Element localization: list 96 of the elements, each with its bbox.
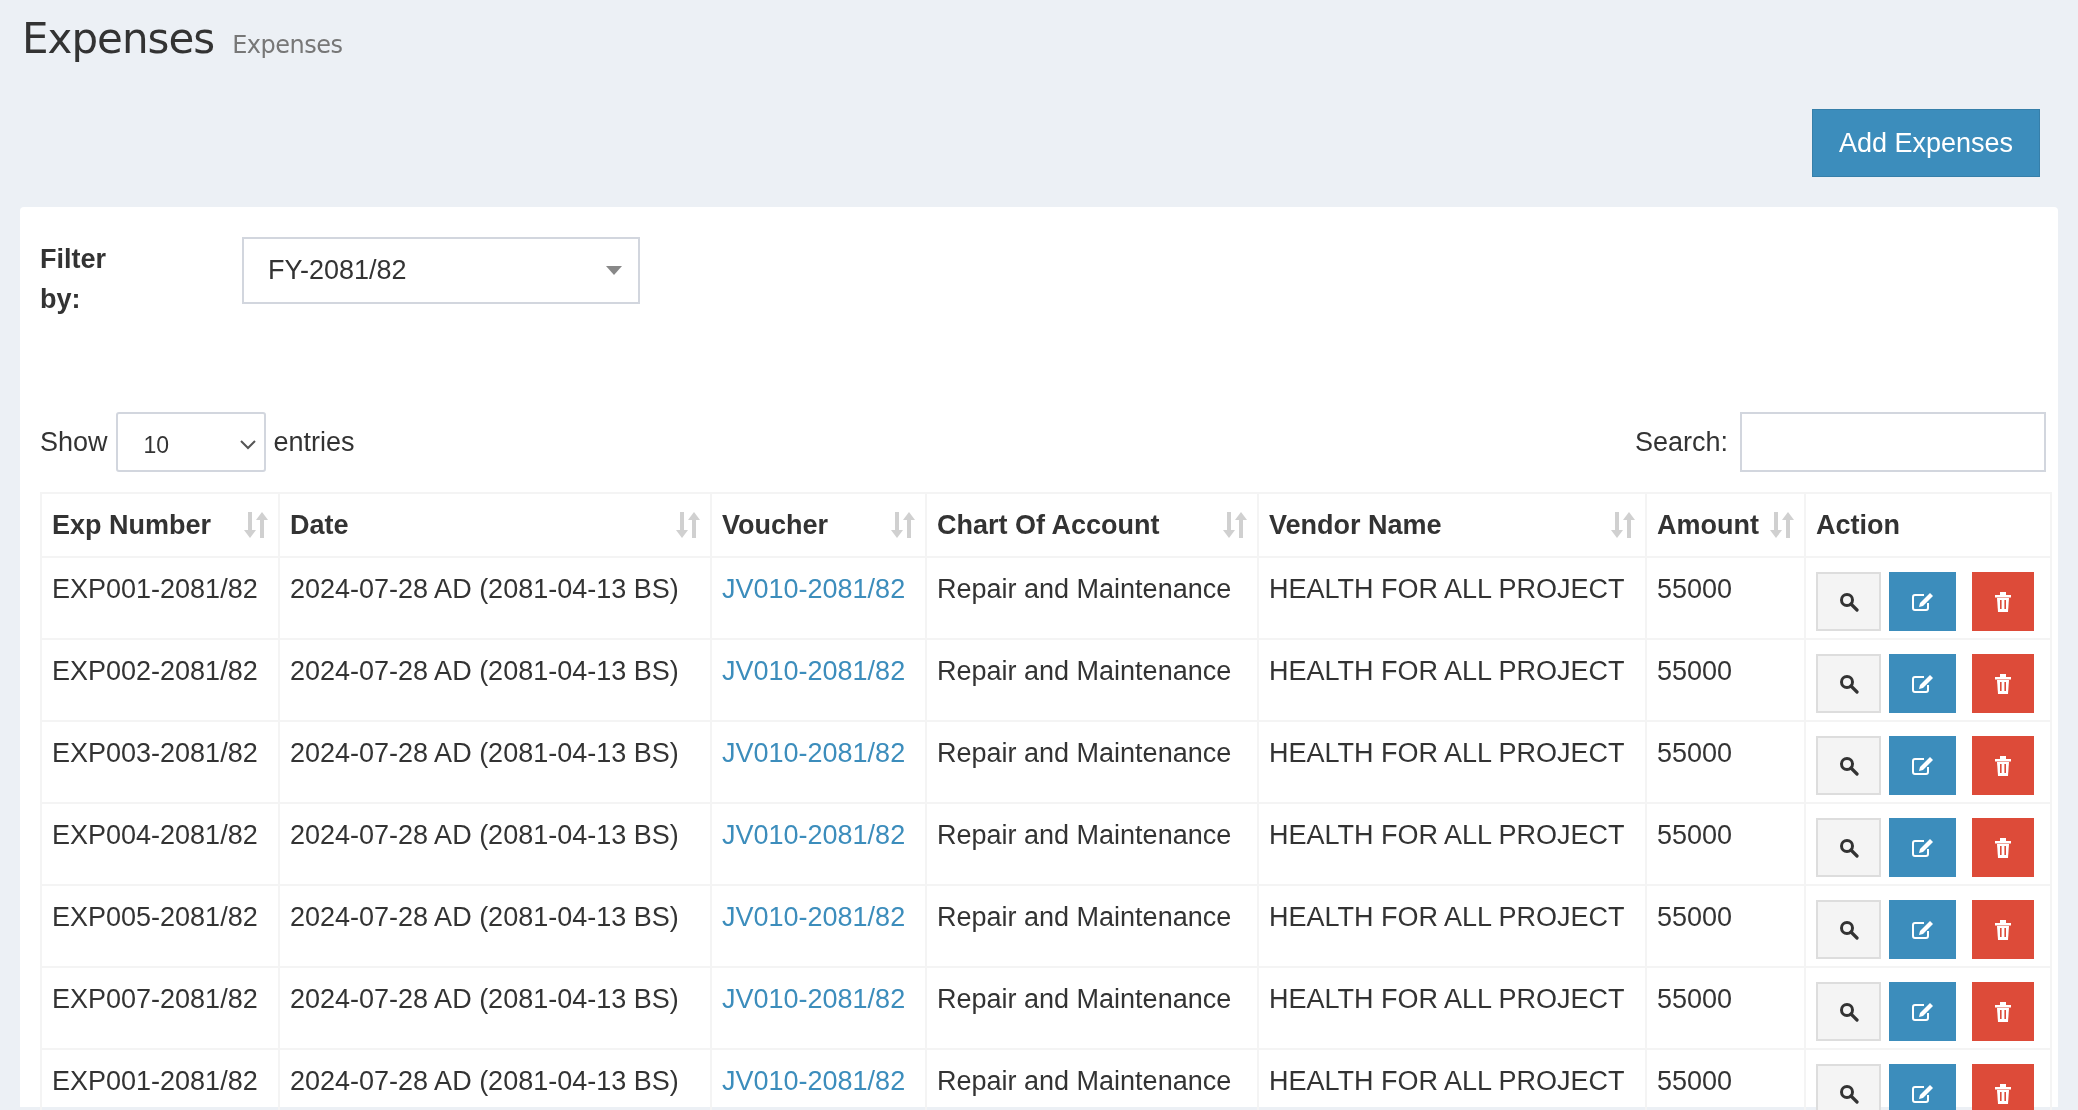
trash-icon: [1995, 755, 2011, 776]
column-header: Action: [1805, 493, 2051, 557]
vendor-name: HEALTH FOR ALL PROJECT: [1269, 656, 1625, 686]
search-icon: [1838, 1001, 1859, 1022]
expense-date: 2024-07-28 AD (2081-04-13 BS): [290, 902, 679, 932]
expense-number: EXP003-2081/82: [52, 738, 258, 768]
expense-date: 2024-07-28 AD (2081-04-13 BS): [290, 984, 679, 1014]
search-icon: [1838, 673, 1859, 694]
expense-date: 2024-07-28 AD (2081-04-13 BS): [290, 656, 679, 686]
column-header[interactable]: Date: [279, 493, 711, 557]
view-button[interactable]: [1816, 572, 1881, 631]
search-label: Search:: [1634, 426, 1728, 458]
search-icon: [1838, 837, 1859, 858]
edit-icon: [1910, 591, 1935, 612]
search-field[interactable]: [1740, 412, 2046, 472]
expense-date: 2024-07-28 AD (2081-04-13 BS): [290, 1066, 679, 1096]
vendor-name: HEALTH FOR ALL PROJECT: [1269, 820, 1625, 850]
edit-icon: [1910, 919, 1935, 940]
edit-icon: [1910, 755, 1935, 776]
column-header[interactable]: Voucher: [711, 493, 926, 557]
column-header[interactable]: Chart Of Account: [926, 493, 1258, 557]
amount: 55000: [1657, 984, 1733, 1014]
column-header[interactable]: Exp Number: [41, 493, 279, 557]
delete-button[interactable]: [1972, 900, 2034, 959]
view-button[interactable]: [1816, 1064, 1881, 1110]
trash-icon: [1995, 673, 2011, 694]
expense-number: EXP001-2081/82: [52, 574, 258, 604]
view-button[interactable]: [1816, 818, 1881, 877]
vendor-name: HEALTH FOR ALL PROJECT: [1269, 984, 1625, 1014]
edit-button[interactable]: [1889, 1064, 1956, 1110]
add-expenses-button[interactable]: Add Expenses: [1811, 109, 2040, 177]
view-button[interactable]: [1816, 900, 1881, 959]
page-title: Expenses: [22, 14, 215, 63]
delete-button[interactable]: [1972, 572, 2034, 631]
edit-icon: [1910, 1001, 1935, 1022]
amount: 55000: [1657, 1066, 1733, 1096]
vendor-name: HEALTH FOR ALL PROJECT: [1269, 574, 1625, 604]
delete-button[interactable]: [1972, 654, 2034, 713]
delete-button[interactable]: [1972, 818, 2034, 877]
page-length-select[interactable]: 10: [115, 412, 266, 472]
amount: 55000: [1657, 656, 1733, 686]
amount: 55000: [1657, 574, 1733, 604]
show-label: Show: [40, 426, 108, 458]
edit-icon: [1910, 837, 1935, 858]
expense-number: EXP007-2081/82: [52, 984, 258, 1014]
account-name: Repair and Maintenance: [937, 656, 1232, 686]
column-header[interactable]: Vendor Name: [1258, 493, 1646, 557]
amount: 55000: [1657, 902, 1733, 932]
delete-button[interactable]: [1972, 982, 2034, 1041]
edit-icon: [1910, 1083, 1935, 1104]
account-name: Repair and Maintenance: [937, 820, 1232, 850]
expense-date: 2024-07-28 AD (2081-04-13 BS): [290, 738, 679, 768]
account-name: Repair and Maintenance: [937, 984, 1232, 1014]
expense-number: EXP002-2081/82: [52, 656, 258, 686]
account-name: Repair and Maintenance: [937, 902, 1232, 932]
page-subtitle: Expenses: [232, 31, 343, 59]
trash-icon: [1995, 1083, 2011, 1104]
search-icon: [1838, 755, 1859, 776]
account-name: Repair and Maintenance: [937, 1066, 1232, 1096]
delete-button[interactable]: [1972, 736, 2034, 795]
trash-icon: [1995, 1001, 2011, 1022]
edit-button[interactable]: [1889, 572, 1956, 631]
view-button[interactable]: [1816, 736, 1881, 795]
edit-button[interactable]: [1889, 736, 1956, 795]
amount: 55000: [1657, 820, 1733, 850]
edit-button[interactable]: [1889, 900, 1956, 959]
search-icon: [1838, 1083, 1859, 1104]
account-name: Repair and Maintenance: [937, 738, 1232, 768]
vendor-name: HEALTH FOR ALL PROJECT: [1269, 1066, 1625, 1096]
edit-button[interactable]: [1889, 654, 1956, 713]
trash-icon: [1995, 591, 2011, 612]
chevron-icon: [239, 440, 256, 450]
expense-number: EXP004-2081/82: [52, 820, 258, 850]
expense-date: 2024-07-28 AD (2081-04-13 BS): [290, 574, 679, 604]
trash-icon: [1995, 919, 2011, 940]
vendor-name: HEALTH FOR ALL PROJECT: [1269, 738, 1625, 768]
expense-date: 2024-07-28 AD (2081-04-13 BS): [290, 820, 679, 850]
delete-button[interactable]: [1972, 1064, 2034, 1110]
column-header[interactable]: Amount: [1646, 493, 1805, 557]
account-name: Repair and Maintenance: [937, 574, 1232, 604]
entries-label: entries: [273, 426, 355, 458]
vendor-name: HEALTH FOR ALL PROJECT: [1269, 902, 1625, 932]
caret-icon: [606, 266, 622, 275]
view-button[interactable]: [1816, 982, 1881, 1041]
edit-icon: [1910, 673, 1935, 694]
amount: 55000: [1657, 738, 1733, 768]
fiscal-year-select[interactable]: FY-2081/82: [242, 237, 640, 304]
trash-icon: [1995, 837, 2011, 858]
edit-button[interactable]: [1889, 982, 1956, 1041]
view-button[interactable]: [1816, 654, 1881, 713]
filter-label: Filter by:: [40, 243, 107, 316]
edit-button[interactable]: [1889, 818, 1956, 877]
search-icon: [1838, 591, 1859, 612]
expense-number: EXP005-2081/82: [52, 902, 258, 932]
search-icon: [1838, 919, 1859, 940]
expense-number: EXP001-2081/82: [52, 1066, 258, 1096]
